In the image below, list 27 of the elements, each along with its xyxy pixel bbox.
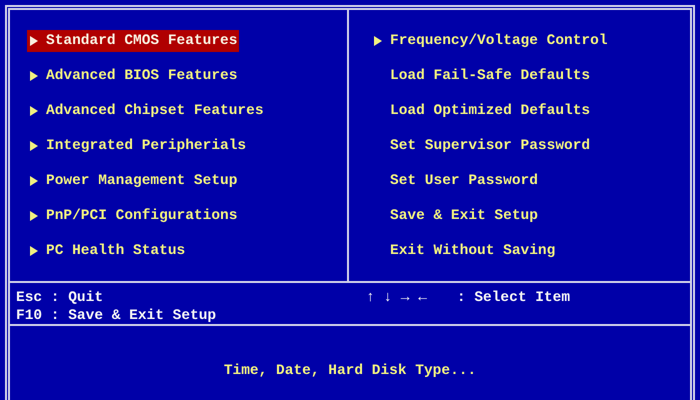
triangle-icon	[30, 176, 38, 186]
menu-item[interactable]: Integrated Peripherials	[27, 135, 248, 157]
menu-item[interactable]: Advanced Chipset Features	[27, 100, 266, 122]
triangle-icon	[30, 36, 38, 46]
menu-item[interactable]: PnP/PCI Configurations	[27, 205, 240, 227]
key-hint: Esc : Quit	[16, 289, 104, 307]
menu-item[interactable]: Frequency/Voltage Control	[371, 30, 610, 52]
arrow-keys: ↑ ↓ → ←	[366, 289, 427, 324]
menu-item[interactable]: Load Optimized Defaults	[371, 100, 592, 122]
triangle-icon	[30, 106, 38, 116]
menu-item[interactable]: Standard CMOS Features	[27, 30, 240, 52]
menu-item[interactable]: PC Health Status	[27, 240, 188, 262]
triangle-icon	[30, 246, 38, 256]
menu-item[interactable]: Advanced BIOS Features	[27, 65, 240, 87]
triangle-icon	[30, 71, 38, 81]
key-hint: : Select Item	[456, 289, 570, 308]
triangle-icon	[30, 211, 38, 221]
menu-item[interactable]: Save & Exit Setup	[371, 205, 540, 227]
item-description: Time, Date, Hard Disk Type...	[224, 363, 476, 381]
key-hint: F10 : Save & Exit Setup	[16, 307, 218, 325]
menu-item[interactable]: Load Fail-Safe Defaults	[371, 65, 592, 87]
menu-item[interactable]: Set User Password	[371, 170, 540, 192]
menu-item[interactable]: Exit Without Saving	[371, 240, 558, 262]
menu-item[interactable]: Power Management Setup	[27, 170, 240, 192]
triangle-icon	[30, 141, 38, 151]
menu-item[interactable]: Set Supervisor Password	[371, 135, 592, 157]
triangle-icon	[374, 36, 382, 46]
